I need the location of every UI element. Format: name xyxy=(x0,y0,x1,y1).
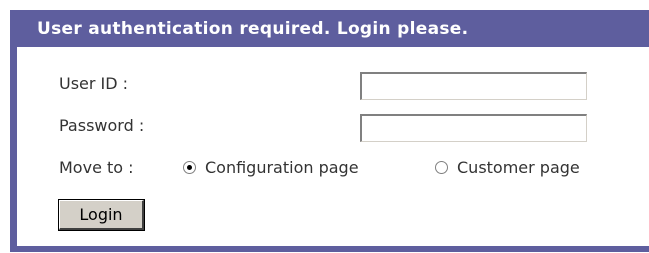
configuration-page-radio[interactable] xyxy=(183,161,196,174)
customer-page-option[interactable]: Customer page xyxy=(435,158,580,177)
login-panel: User authentication required. Login plea… xyxy=(10,10,649,252)
customer-page-label: Customer page xyxy=(457,158,580,177)
move-to-label: Move to : xyxy=(59,158,134,177)
user-id-label: User ID : xyxy=(59,74,129,93)
password-label: Password : xyxy=(59,116,145,135)
customer-page-radio[interactable] xyxy=(435,161,448,174)
configuration-page-option[interactable]: Configuration page xyxy=(183,158,359,177)
configuration-page-label: Configuration page xyxy=(205,158,359,177)
login-button[interactable]: Login xyxy=(58,199,145,231)
panel-header: User authentication required. Login plea… xyxy=(17,11,649,47)
user-id-input[interactable] xyxy=(360,72,587,100)
password-input[interactable] xyxy=(360,114,587,142)
